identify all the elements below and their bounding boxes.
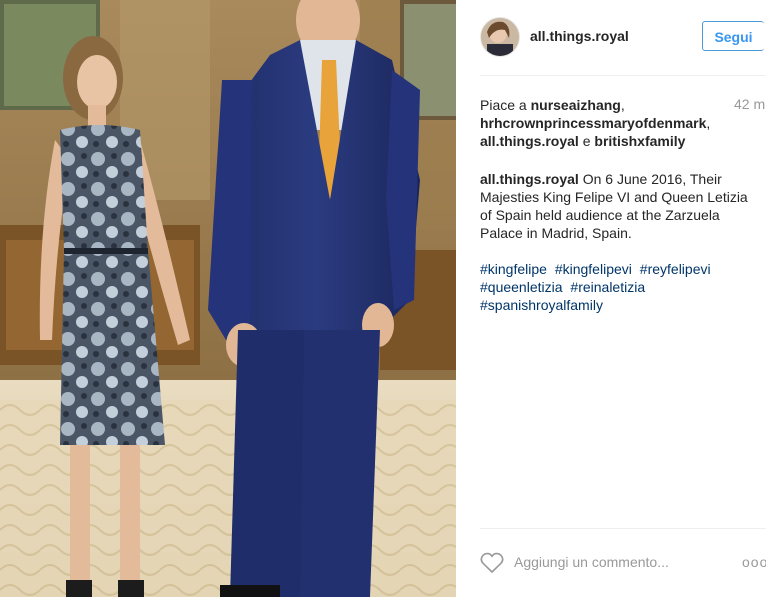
hashtag-link[interactable]: #queenletizia	[480, 279, 563, 295]
hashtag-link[interactable]: #spanishroyalfamily	[480, 297, 603, 313]
post-header: all.things.royal Segui	[456, 0, 766, 75]
hashtag-link[interactable]: #kingfelipevi	[555, 261, 632, 277]
username-link[interactable]: all.things.royal	[530, 28, 629, 44]
header-divider	[480, 75, 766, 76]
hashtag-link[interactable]: #reyfelipevi	[640, 261, 711, 277]
hashtag-list: #kingfelipe #kingfelipevi #reyfelipevi #…	[480, 260, 750, 314]
hashtag-link[interactable]: #reinaletizia	[570, 279, 645, 295]
follow-button[interactable]: Segui	[702, 21, 764, 51]
liker-link[interactable]: nurseaizhang	[531, 97, 621, 113]
comment-divider	[480, 528, 766, 529]
comment-input[interactable]	[514, 550, 734, 574]
liker-link[interactable]: all.things.royal	[480, 133, 579, 149]
caption-username-link[interactable]: all.things.royal	[480, 171, 579, 187]
post-side-panel: all.things.royal Segui Piace a nurseaizh…	[456, 0, 766, 597]
more-options-icon[interactable]: ooo	[742, 554, 766, 570]
liker-conjunction: e	[578, 133, 595, 149]
liker-separator: ,	[620, 97, 625, 113]
avatar[interactable]	[480, 17, 520, 57]
liker-link[interactable]: britishxfamily	[594, 133, 685, 149]
post-timestamp[interactable]: 42 m	[734, 96, 765, 112]
likes-prefix: Piace a	[480, 97, 531, 113]
liker-separator: ,	[706, 115, 711, 131]
likes-summary: Piace a nurseaizhang, hrhcrownprincessma…	[480, 96, 740, 150]
liker-link[interactable]: hrhcrownprincessmaryofdenmark	[480, 115, 706, 131]
heart-outline-icon[interactable]	[480, 552, 504, 574]
hashtag-link[interactable]: #kingfelipe	[480, 261, 547, 277]
post-caption: all.things.royal On 6 June 2016, Their M…	[480, 170, 750, 242]
post-photo[interactable]	[0, 0, 456, 597]
